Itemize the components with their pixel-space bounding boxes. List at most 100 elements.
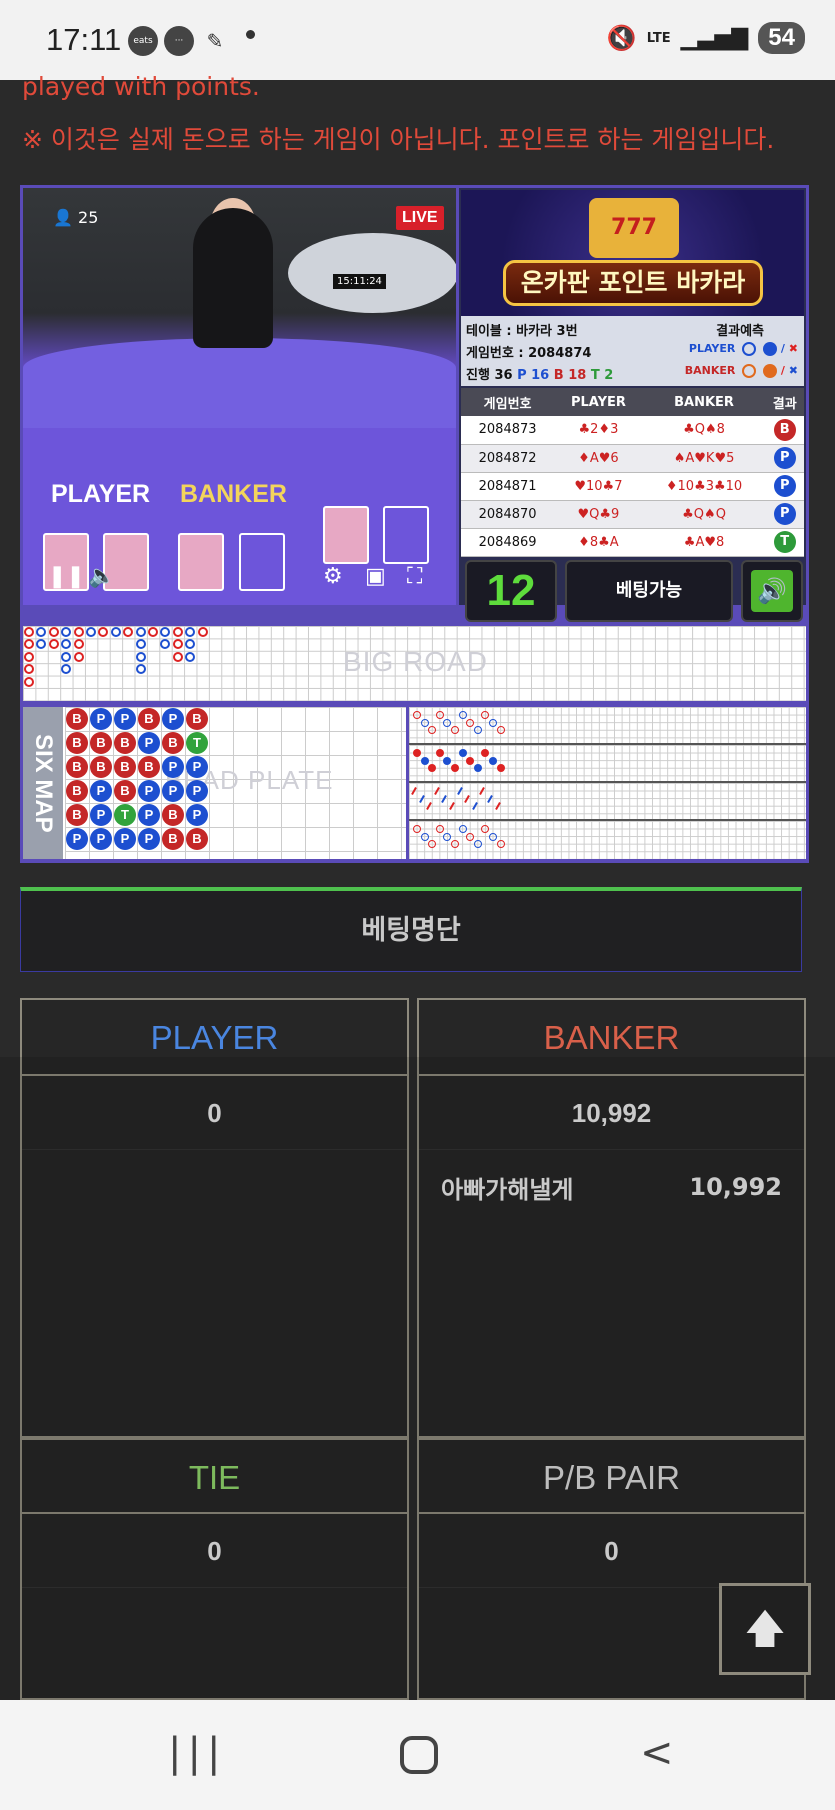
system-nav-bar: ||| < (0, 1700, 835, 1810)
table-surface (23, 338, 456, 438)
sound-button[interactable]: 🔊 (741, 560, 803, 622)
road-divider (409, 743, 806, 745)
road-mark (449, 802, 455, 811)
x-icon: ✖ (788, 342, 798, 355)
big-road-mark (172, 639, 183, 650)
video-banker-label: BANKER (180, 480, 287, 508)
history-player-cards: ♥10♣7 (554, 472, 643, 501)
big-road: BIG ROAD (23, 626, 806, 701)
big-road-mark (73, 639, 84, 650)
bead: P (162, 708, 184, 730)
road-mark (413, 711, 421, 719)
road-mark (428, 764, 437, 773)
history-player-cards: ♦8♣A (554, 528, 643, 557)
big-road-mark (135, 627, 146, 637)
scroll-to-top-button[interactable]: 🡅 (719, 1583, 811, 1675)
road-mark (473, 726, 482, 735)
bead: P (114, 828, 136, 850)
picture-in-picture-icon[interactable]: ▣ (365, 564, 386, 589)
history-row: 2084873 ♣2♦3 ♣Q♠8 B (461, 416, 804, 445)
bead: P (186, 780, 208, 802)
big-road-mark (135, 651, 146, 662)
bead: P (114, 708, 136, 730)
road-mark (466, 718, 475, 727)
road-mark (473, 840, 482, 849)
home-button[interactable] (400, 1736, 438, 1774)
history-result-cell: P (765, 444, 804, 473)
banker-prediction-label: BANKER (684, 364, 736, 377)
big-road-mark (160, 627, 171, 637)
dot-icon (763, 364, 778, 378)
arrow-up-icon: 🡅 (744, 1606, 786, 1652)
history-header-player: PLAYER (554, 388, 643, 416)
big-road-mark (73, 627, 84, 637)
banker-prediction[interactable]: BANKER / ✖ (685, 364, 798, 378)
big-road-mark (135, 639, 146, 650)
pause-icon[interactable]: ❚❚ (48, 564, 85, 589)
big-road-mark (185, 639, 196, 650)
big-road-mark (48, 639, 59, 650)
road-mark (489, 832, 497, 841)
back-button[interactable]: < (640, 1730, 674, 1776)
player-bets-header: PLAYER (22, 1000, 407, 1076)
network-label: LTE (646, 30, 671, 46)
x-icon: ✖ (788, 364, 798, 377)
derived-roads (409, 707, 806, 859)
live-video[interactable]: 15:11:24 PLAYER BANKER 👤 25 LIVE ❚❚ 🔈 ⚙ … (23, 188, 456, 605)
banker-count: B 18 (553, 368, 587, 383)
roulette-wheel (288, 233, 456, 313)
player-prediction[interactable]: PLAYER / ✖ (689, 342, 798, 356)
road-mark (443, 832, 452, 841)
mute-icon: 🔇 (606, 24, 637, 52)
table-info: 테이블 : 바카라 3번 결과예측 게임번호 : 2084874 진행 36 P… (461, 316, 804, 386)
road-mark (481, 711, 490, 719)
history-row: 2084870 ♥Q♣9 ♣Q♠Q P (461, 500, 804, 529)
circle-icon (742, 364, 757, 378)
history-row: 2084869 ♦8♣A ♣A♥8 T (461, 528, 804, 557)
circle-icon (742, 342, 757, 356)
bet-amount: 10,992 (689, 1173, 782, 1201)
bead-plate: BEAD PLATE BBBBBPPBBPPPPBBBTPBPBPPPPBPPB… (65, 707, 406, 859)
bead: B (114, 780, 136, 802)
mute-icon[interactable]: 🔈 (88, 564, 115, 589)
bead: B (66, 780, 88, 802)
controls: 12 베팅가능 🔊 (461, 560, 804, 622)
history-row: 2084872 ♦A♥6 ♠A♥K♥5 P (461, 444, 804, 473)
tie-bets-total: 0 (22, 1514, 407, 1588)
bead: P (90, 804, 112, 826)
road-mark (443, 718, 452, 727)
bead: B (162, 732, 184, 754)
history-banker-cards: ♦10♣3♣10 (642, 472, 766, 501)
road-mark (420, 756, 429, 765)
banker-bets-total: 10,992 (419, 1076, 804, 1150)
status-bar: 17:11 eats ··· ✎ 🔇 LTE ▁▃▅▇ 54 (0, 0, 835, 80)
big-road-mark (61, 664, 72, 675)
big-road-mark (61, 651, 72, 662)
bead: B (90, 732, 112, 754)
road-mark (435, 711, 444, 719)
road-mark (464, 794, 471, 803)
road-mark (413, 749, 421, 757)
road-mark (489, 756, 497, 765)
road-mark (458, 825, 467, 833)
banner-title: 온카판 포인트 바카라 (503, 260, 763, 306)
gear-icon[interactable]: ⚙ (323, 564, 343, 589)
card (323, 506, 369, 564)
history-table: 게임번호 PLAYER BANKER 결과 2084873 ♣2♦3 ♣Q♠8 B 20… (461, 388, 804, 558)
road-mark (451, 726, 459, 735)
viewer-count: 👤 25 (53, 208, 98, 227)
info-panel: 777 온카판 포인트 바카라 테이블 : 바카라 3번 결과예측 게임번호 :… (459, 188, 806, 622)
slash-icon: / (780, 364, 785, 377)
live-badge: LIVE (396, 206, 444, 230)
big-road-mark (172, 651, 183, 662)
bead: P (186, 756, 208, 778)
recent-apps-button[interactable]: ||| (168, 1730, 226, 1776)
slash-icon: / (780, 342, 785, 355)
progress-count: 진행 36 (466, 368, 513, 383)
road-mark (413, 825, 421, 833)
player-bets-total: 0 (22, 1076, 407, 1150)
game-number: 게임번호 : 2084874 (466, 346, 592, 361)
notice-korean: ※ 이것은 실제 돈으로 하는 게임이 아닙니다. 포인트로 하는 게임입니다. (22, 125, 775, 154)
fullscreen-icon[interactable]: ⛶ (407, 564, 422, 589)
signal-icon: ▁▃▅▇ (680, 25, 749, 51)
